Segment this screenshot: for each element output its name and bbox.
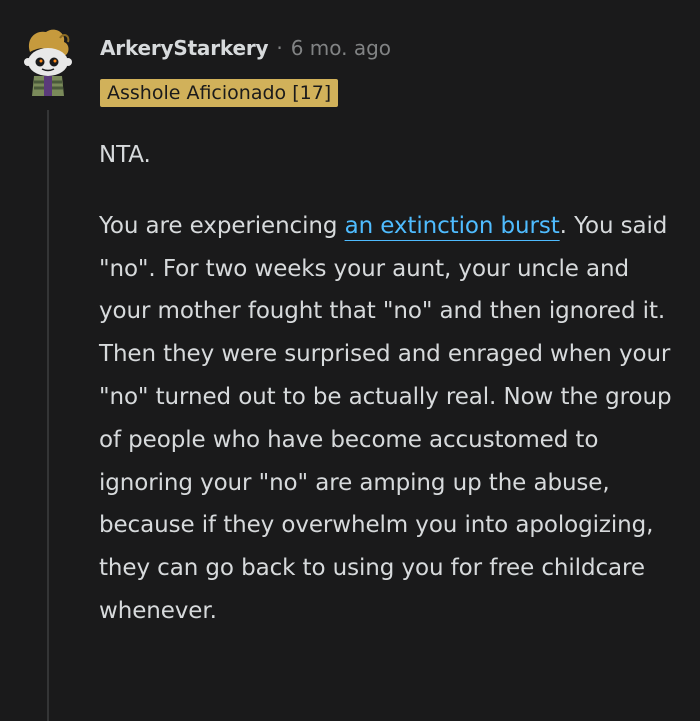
comment-header: ArkeryStarkery · 6 mo. ago (100, 36, 391, 60)
comment-paragraph: You are experiencing an extinction burst… (99, 205, 674, 633)
paragraph-text: You are experiencing (99, 212, 345, 239)
extinction-burst-link[interactable]: an extinction burst (345, 213, 560, 239)
username-link[interactable]: ArkeryStarkery (100, 36, 269, 60)
comment-paragraph: NTA. (99, 142, 151, 168)
meta-separator: · (276, 36, 283, 60)
user-flair-badge: Asshole Aficionado [17] (100, 79, 339, 107)
comment: ArkeryStarkery · 6 mo. ago Asshole Afici… (0, 0, 700, 721)
comment-age[interactable]: 6 mo. ago (291, 36, 391, 60)
comment-body: NTA. You are experiencing an extinction … (99, 134, 674, 633)
user-avatar-icon[interactable] (20, 22, 76, 102)
paragraph-text: . You said "no". For two weeks your aunt… (99, 212, 672, 624)
thread-collapse-line[interactable] (47, 110, 49, 721)
